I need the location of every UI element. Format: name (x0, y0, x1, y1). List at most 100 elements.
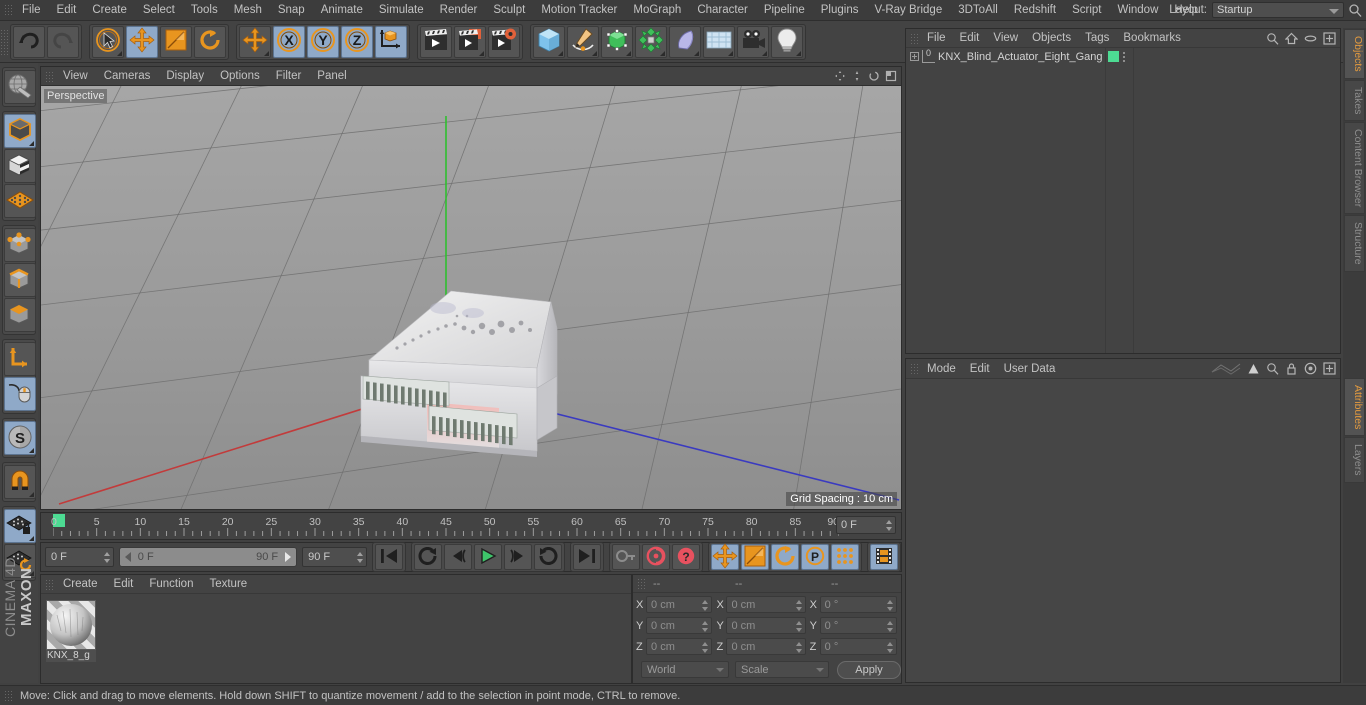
rotation-x-field[interactable]: 0 ° (819, 596, 898, 613)
make-editable-button[interactable] (4, 70, 36, 104)
end-frame-field[interactable]: 90 F (302, 547, 367, 567)
submenu-corner-icon[interactable] (117, 50, 122, 56)
spinner-icon[interactable] (886, 520, 892, 531)
move-button[interactable] (126, 25, 158, 58)
spinner-icon[interactable] (795, 621, 802, 632)
home-icon[interactable] (1284, 32, 1299, 48)
tab-objects[interactable]: Objects (1344, 29, 1365, 79)
edges-mode-button[interactable] (4, 263, 36, 297)
menu-item-3dtoall[interactable]: 3DToAll (950, 0, 1006, 21)
submenu-corner-icon[interactable] (29, 448, 34, 453)
play-forwards-loop-button[interactable] (534, 544, 562, 570)
autokeying-button[interactable] (642, 544, 670, 570)
rotate-button[interactable] (194, 25, 226, 58)
size-y-field[interactable]: 0 cm (726, 617, 806, 634)
render-view-button[interactable] (420, 25, 452, 58)
object-menu-file[interactable]: File (920, 29, 953, 48)
spinner-icon[interactable] (702, 642, 709, 653)
undo-button[interactable] (13, 25, 45, 58)
menu-item-mograph[interactable]: MoGraph (625, 0, 689, 21)
go-to-end-button[interactable] (573, 544, 601, 570)
menu-item-create[interactable]: Create (84, 0, 135, 21)
search-icon[interactable] (1266, 32, 1279, 48)
object-menu-objects[interactable]: Objects (1025, 29, 1078, 48)
viewport-menu-display[interactable]: Display (158, 67, 212, 86)
rotation-z-field[interactable]: 0 ° (819, 638, 898, 655)
object-tree[interactable]: 0 KNX_Blind_Actuator_Eight_Gang (906, 48, 1106, 353)
position-y-field[interactable]: 0 cm (646, 617, 713, 634)
generator-button[interactable] (601, 25, 633, 58)
render-settings-button[interactable] (488, 25, 520, 58)
viewport-menu-view[interactable]: View (55, 67, 96, 86)
expand-icon[interactable] (910, 52, 919, 61)
uv-mesh-button[interactable] (4, 184, 36, 218)
object-menu-view[interactable]: View (986, 29, 1025, 48)
lock-z-button[interactable]: Z (341, 25, 373, 58)
menu-item-render[interactable]: Render (432, 0, 486, 21)
search-icon[interactable] (1266, 362, 1279, 378)
tab-takes[interactable]: Takes (1344, 79, 1365, 122)
attribute-menu-mode[interactable]: Mode (920, 359, 963, 379)
render-region-button[interactable] (454, 25, 486, 58)
apply-button[interactable]: Apply (837, 660, 901, 679)
material-menu-create[interactable]: Create (55, 575, 106, 594)
spinner-icon[interactable] (887, 600, 894, 611)
search-icon[interactable] (1348, 3, 1362, 17)
submenu-corner-icon[interactable] (479, 50, 484, 56)
layout-select[interactable]: Startup (1212, 2, 1344, 18)
tab-structure[interactable]: Structure (1344, 215, 1365, 272)
material-menu-function[interactable]: Function (141, 575, 201, 594)
spinner-icon[interactable] (795, 600, 802, 611)
world-object-coord-button[interactable] (375, 25, 407, 58)
menu-item-sculpt[interactable]: Sculpt (485, 0, 533, 21)
viewport-menu-panel[interactable]: Panel (309, 67, 354, 86)
submenu-corner-icon[interactable] (694, 50, 699, 56)
menu-item-select[interactable]: Select (135, 0, 183, 21)
timeline-frame-field[interactable]: 0 F (836, 516, 896, 534)
keyframe-selection-button[interactable]: ? (672, 544, 700, 570)
spinner-icon[interactable] (795, 642, 802, 653)
menu-item-motion-tracker[interactable]: Motion Tracker (533, 0, 625, 21)
spinner-icon[interactable] (702, 600, 709, 611)
rotation-key-button[interactable] (771, 544, 799, 570)
model-mode-button[interactable] (4, 114, 36, 148)
plus-box-icon[interactable] (1323, 32, 1336, 48)
menu-item-simulate[interactable]: Simulate (371, 0, 432, 21)
up-arrow-icon[interactable] (1247, 362, 1260, 378)
spinner-icon[interactable] (357, 551, 363, 563)
scale-key-button[interactable] (741, 544, 769, 570)
object-row[interactable]: 0 KNX_Blind_Actuator_Eight_Gang (906, 48, 1105, 65)
tab-attributes[interactable]: Attributes (1344, 377, 1365, 437)
submenu-corner-icon[interactable] (762, 50, 767, 56)
menu-item-redshift[interactable]: Redshift (1006, 0, 1064, 21)
record-active-objects-button[interactable] (612, 544, 640, 570)
points-mode-button[interactable] (4, 228, 36, 262)
object-menu-tags[interactable]: Tags (1078, 29, 1116, 48)
rotate-icon[interactable] (868, 70, 880, 85)
next-frame-button[interactable] (504, 544, 532, 570)
lock-y-button[interactable]: Y (307, 25, 339, 58)
menu-item-script[interactable]: Script (1064, 0, 1109, 21)
polygons-mode-button[interactable] (4, 298, 36, 332)
menu-item-mesh[interactable]: Mesh (226, 0, 270, 21)
coord-system-select[interactable]: World (641, 661, 729, 678)
axis-modify-button[interactable] (4, 342, 36, 376)
attribute-menu-user-data[interactable]: User Data (997, 359, 1063, 379)
preview-range-bar[interactable]: 0 F 90 F (118, 547, 298, 567)
size-z-field[interactable]: 0 cm (726, 638, 806, 655)
light-button[interactable] (771, 25, 803, 58)
camera-button[interactable] (737, 25, 769, 58)
submenu-corner-icon[interactable] (29, 141, 34, 146)
pan-icon[interactable] (834, 70, 846, 85)
position-key-button[interactable] (711, 542, 739, 570)
move-alt-button[interactable] (239, 25, 271, 58)
viewport-menu-cameras[interactable]: Cameras (96, 67, 159, 86)
deformer-button[interactable] (635, 25, 667, 58)
spinner-icon[interactable] (887, 621, 894, 632)
tab-layers[interactable]: Layers (1344, 437, 1365, 483)
menu-item-window[interactable]: Window (1109, 0, 1166, 21)
range-right-arrow-icon[interactable] (283, 551, 292, 566)
point-level-animation-button[interactable] (831, 544, 859, 570)
lock-x-button[interactable]: X (273, 25, 305, 58)
lock-icon[interactable] (1285, 362, 1298, 378)
